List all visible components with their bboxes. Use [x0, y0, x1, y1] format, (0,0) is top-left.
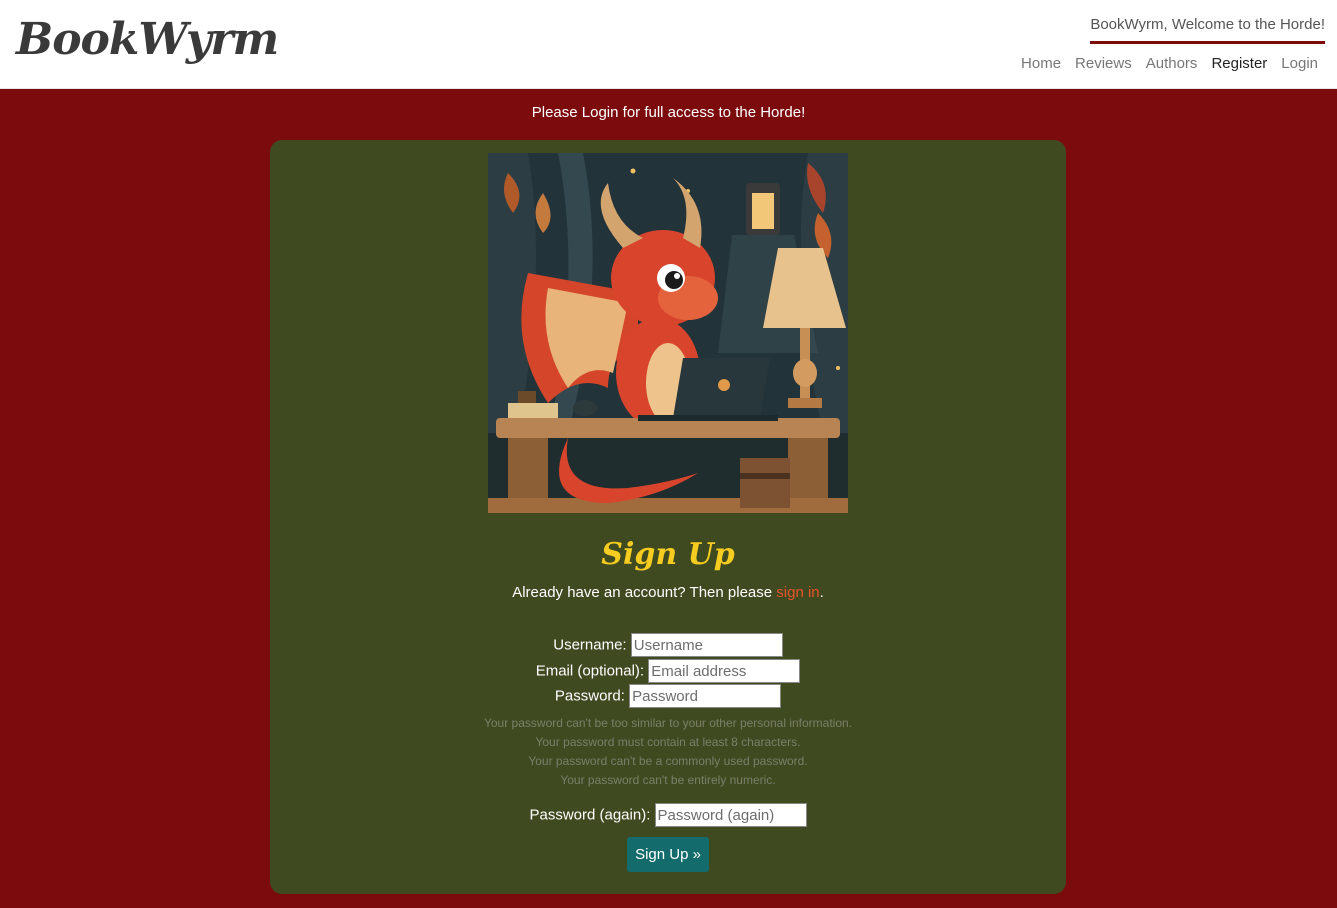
brand-logo[interactable]: BookWyrm	[16, 14, 279, 65]
username-row: Username:	[270, 633, 1066, 657]
site-header: BookWyrm BookWyrm, Welcome to the Horde!…	[0, 0, 1337, 89]
already-account-end: .	[819, 584, 824, 601]
login-notice: Please Login for full access to the Hord…	[531, 104, 806, 121]
dragon-illustration-svg	[488, 153, 848, 513]
password-help-item: Your password can't be too similar to yo…	[483, 716, 853, 730]
main-nav: Home Reviews Authors Register Login	[1021, 55, 1318, 72]
username-input[interactable]	[630, 633, 783, 657]
password-again-input[interactable]	[654, 803, 807, 827]
password-help-item: Your password can't be entirely numeric.	[560, 773, 776, 787]
password-help-item: Your password must contain at least 8 ch…	[535, 735, 801, 749]
username-label: Username:	[553, 636, 627, 654]
sign-in-link[interactable]: sign in	[776, 584, 819, 601]
dragon-illustration-icon	[488, 153, 848, 513]
email-row: Email (optional):	[270, 659, 1066, 683]
nav-home-link[interactable]: Home	[1021, 55, 1061, 72]
email-label: Email (optional):	[535, 662, 645, 680]
password-input[interactable]	[629, 684, 782, 708]
password-help-item: Your password can't be a commonly used p…	[528, 754, 808, 768]
nav-authors-link[interactable]: Authors	[1146, 55, 1198, 72]
password-again-row: Password (again):	[270, 803, 1066, 827]
nav-login-link[interactable]: Login	[1281, 55, 1318, 72]
password-again-label: Password (again):	[529, 806, 651, 824]
welcome-message: BookWyrm, Welcome to the Horde!	[1090, 16, 1325, 44]
sign-up-button[interactable]: Sign Up »	[627, 837, 709, 872]
password-row: Password:	[270, 684, 1066, 708]
signup-title: Sign Up	[601, 537, 735, 572]
signup-card: Sign Up Already have an account? Then pl…	[270, 140, 1066, 894]
already-account-text: Already have an account? Then please sig…	[270, 584, 1066, 601]
password-help-list: Your password can't be too similar to yo…	[270, 714, 1066, 790]
email-input[interactable]	[648, 659, 801, 683]
nav-reviews-link[interactable]: Reviews	[1075, 55, 1132, 72]
already-account-label: Already have an account? Then please	[512, 584, 777, 601]
nav-register-link[interactable]: Register	[1211, 55, 1267, 72]
password-label: Password:	[554, 687, 625, 705]
